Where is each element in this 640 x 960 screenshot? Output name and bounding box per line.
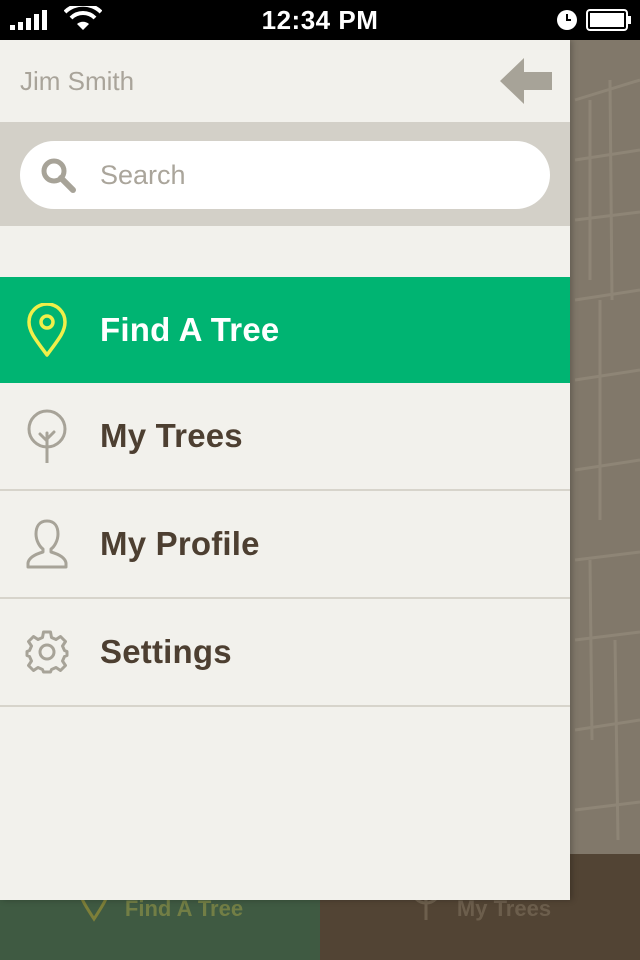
menu-item-settings[interactable]: Settings	[0, 599, 570, 707]
search-icon	[41, 158, 76, 193]
menu-item-my-profile[interactable]: My Profile	[0, 491, 570, 599]
menu-item-my-trees[interactable]: My Trees	[0, 383, 570, 491]
menu-item-label: My Profile	[100, 525, 260, 562]
map-pin-icon	[27, 303, 67, 357]
gear-icon	[25, 630, 69, 674]
alarm-clock-icon	[557, 10, 577, 30]
drawer-menu: Find A Tree My Trees My Profile Settings	[0, 277, 570, 707]
app-screen: 12:34 PM Find A Tree My Trees Jim Smith …	[0, 0, 640, 960]
status-time: 12:34 PM	[261, 5, 379, 35]
search-bar-container	[0, 122, 570, 226]
tree-icon	[27, 409, 67, 463]
person-icon	[26, 519, 68, 569]
status-bar: 12:34 PM	[0, 0, 640, 40]
back-arrow-icon	[500, 58, 552, 104]
back-button[interactable]	[500, 58, 552, 104]
menu-item-label: Find A Tree	[100, 311, 280, 348]
side-drawer: Jim Smith Find A	[0, 40, 570, 900]
user-name: Jim Smith	[20, 66, 135, 96]
drawer-header: Jim Smith	[0, 40, 570, 122]
menu-item-label: Settings	[100, 633, 232, 670]
search-input[interactable]	[100, 151, 530, 199]
menu-item-find-a-tree[interactable]: Find A Tree	[0, 277, 570, 383]
battery-icon	[586, 9, 631, 31]
search-box[interactable]	[20, 141, 550, 209]
menu-item-label: My Trees	[100, 417, 243, 454]
